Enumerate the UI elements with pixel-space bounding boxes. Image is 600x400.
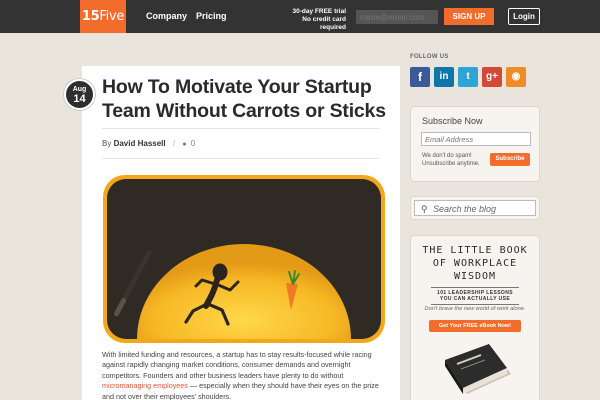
book-cover xyxy=(445,344,507,388)
no-spam-line-1: We don't do spam! xyxy=(422,153,472,159)
ebook-download-button[interactable]: Get Your FREE eBook Now! xyxy=(429,320,521,332)
follow-us-label: FOLLOW US xyxy=(410,54,449,60)
nav-company-link[interactable]: Company xyxy=(146,0,187,33)
ebook-title: THE LITTLE BOOK OF WORKPLACE WISDOM xyxy=(411,244,539,283)
facebook-icon[interactable]: f xyxy=(410,67,430,87)
author-link[interactable]: David Hassell xyxy=(114,139,166,148)
header-email-input[interactable] xyxy=(356,10,438,24)
rss-icon[interactable]: ◉ xyxy=(506,67,526,87)
search-placeholder: Search the blog xyxy=(433,204,497,214)
search-icon: ⚲ xyxy=(421,204,428,214)
ebook-title-line-3: WISDOM xyxy=(453,271,497,282)
comment-icon[interactable]: ● xyxy=(182,141,186,148)
post-title[interactable]: How To Motivate Your Startup Team Withou… xyxy=(102,75,392,123)
trial-line-1: 30-day FREE trial xyxy=(292,8,346,15)
byline: By David Hassell / ● 0 xyxy=(102,139,195,148)
post-excerpt: With limited funding and resources, a st… xyxy=(102,350,387,400)
ebook-tagline: Don't brave the new world of work alone. xyxy=(424,306,526,312)
google-plus-icon[interactable]: g+ xyxy=(482,67,502,87)
logo-number: 15 xyxy=(81,9,100,24)
micromanaging-link[interactable]: micromanaging employees xyxy=(102,381,188,390)
no-spam-note: We don't do spam! Unsubscribe anytime. xyxy=(422,153,492,168)
subscribe-button[interactable]: Subscribe xyxy=(490,153,530,166)
ebook-subtitle: 101 LEADERSHIP LESSONS YOU CAN ACTUALLY … xyxy=(431,287,519,305)
no-spam-line-2: Unsubscribe anytime. xyxy=(422,160,480,167)
subscribe-title: Subscribe Now xyxy=(422,116,483,126)
ebook-title-line-1: THE LITTLE BOOK xyxy=(422,245,528,256)
by-label: By xyxy=(102,139,112,148)
linkedin-icon[interactable]: in xyxy=(434,67,454,87)
title-divider xyxy=(102,128,380,129)
top-navigation-bar: 15Five Company Pricing 30-day FREE trial… xyxy=(0,0,600,33)
byline-separator: / xyxy=(172,139,176,148)
twitter-icon[interactable]: t xyxy=(458,67,478,87)
ebook-title-line-2: OF WORKPLACE xyxy=(432,258,518,269)
trial-line-2: No credit card required xyxy=(302,16,346,31)
search-widget: ⚲ Search the blog xyxy=(410,196,540,220)
ebook-cover-image[interactable] xyxy=(441,334,513,400)
date-day: 14 xyxy=(73,93,86,105)
ebook-subtitle-line-2: YOU CAN ACTUALLY USE xyxy=(439,296,511,302)
excerpt-text: With limited funding and resources, a st… xyxy=(102,350,372,380)
subscribe-widget: Subscribe Now We don't do spam! Unsubscr… xyxy=(410,106,540,182)
login-button[interactable]: Login xyxy=(508,8,540,25)
trial-note: 30-day FREE trial No credit card require… xyxy=(280,8,346,32)
ebook-promo: THE LITTLE BOOK OF WORKPLACE WISDOM 101 … xyxy=(410,235,540,400)
signup-button[interactable]: SIGN UP xyxy=(444,8,494,25)
nav-pricing-link[interactable]: Pricing xyxy=(196,0,227,33)
subscribe-email-input[interactable] xyxy=(421,132,531,146)
comment-count[interactable]: 0 xyxy=(191,139,195,148)
hero-illustration xyxy=(103,175,385,343)
byline-divider xyxy=(102,158,380,159)
logo[interactable]: 15Five xyxy=(80,0,126,33)
blog-search-input[interactable]: ⚲ Search the blog xyxy=(414,200,536,216)
date-badge: Aug 14 xyxy=(64,79,95,110)
logo-word: Five xyxy=(99,9,125,24)
rss-glyph: ◉ xyxy=(511,71,521,82)
